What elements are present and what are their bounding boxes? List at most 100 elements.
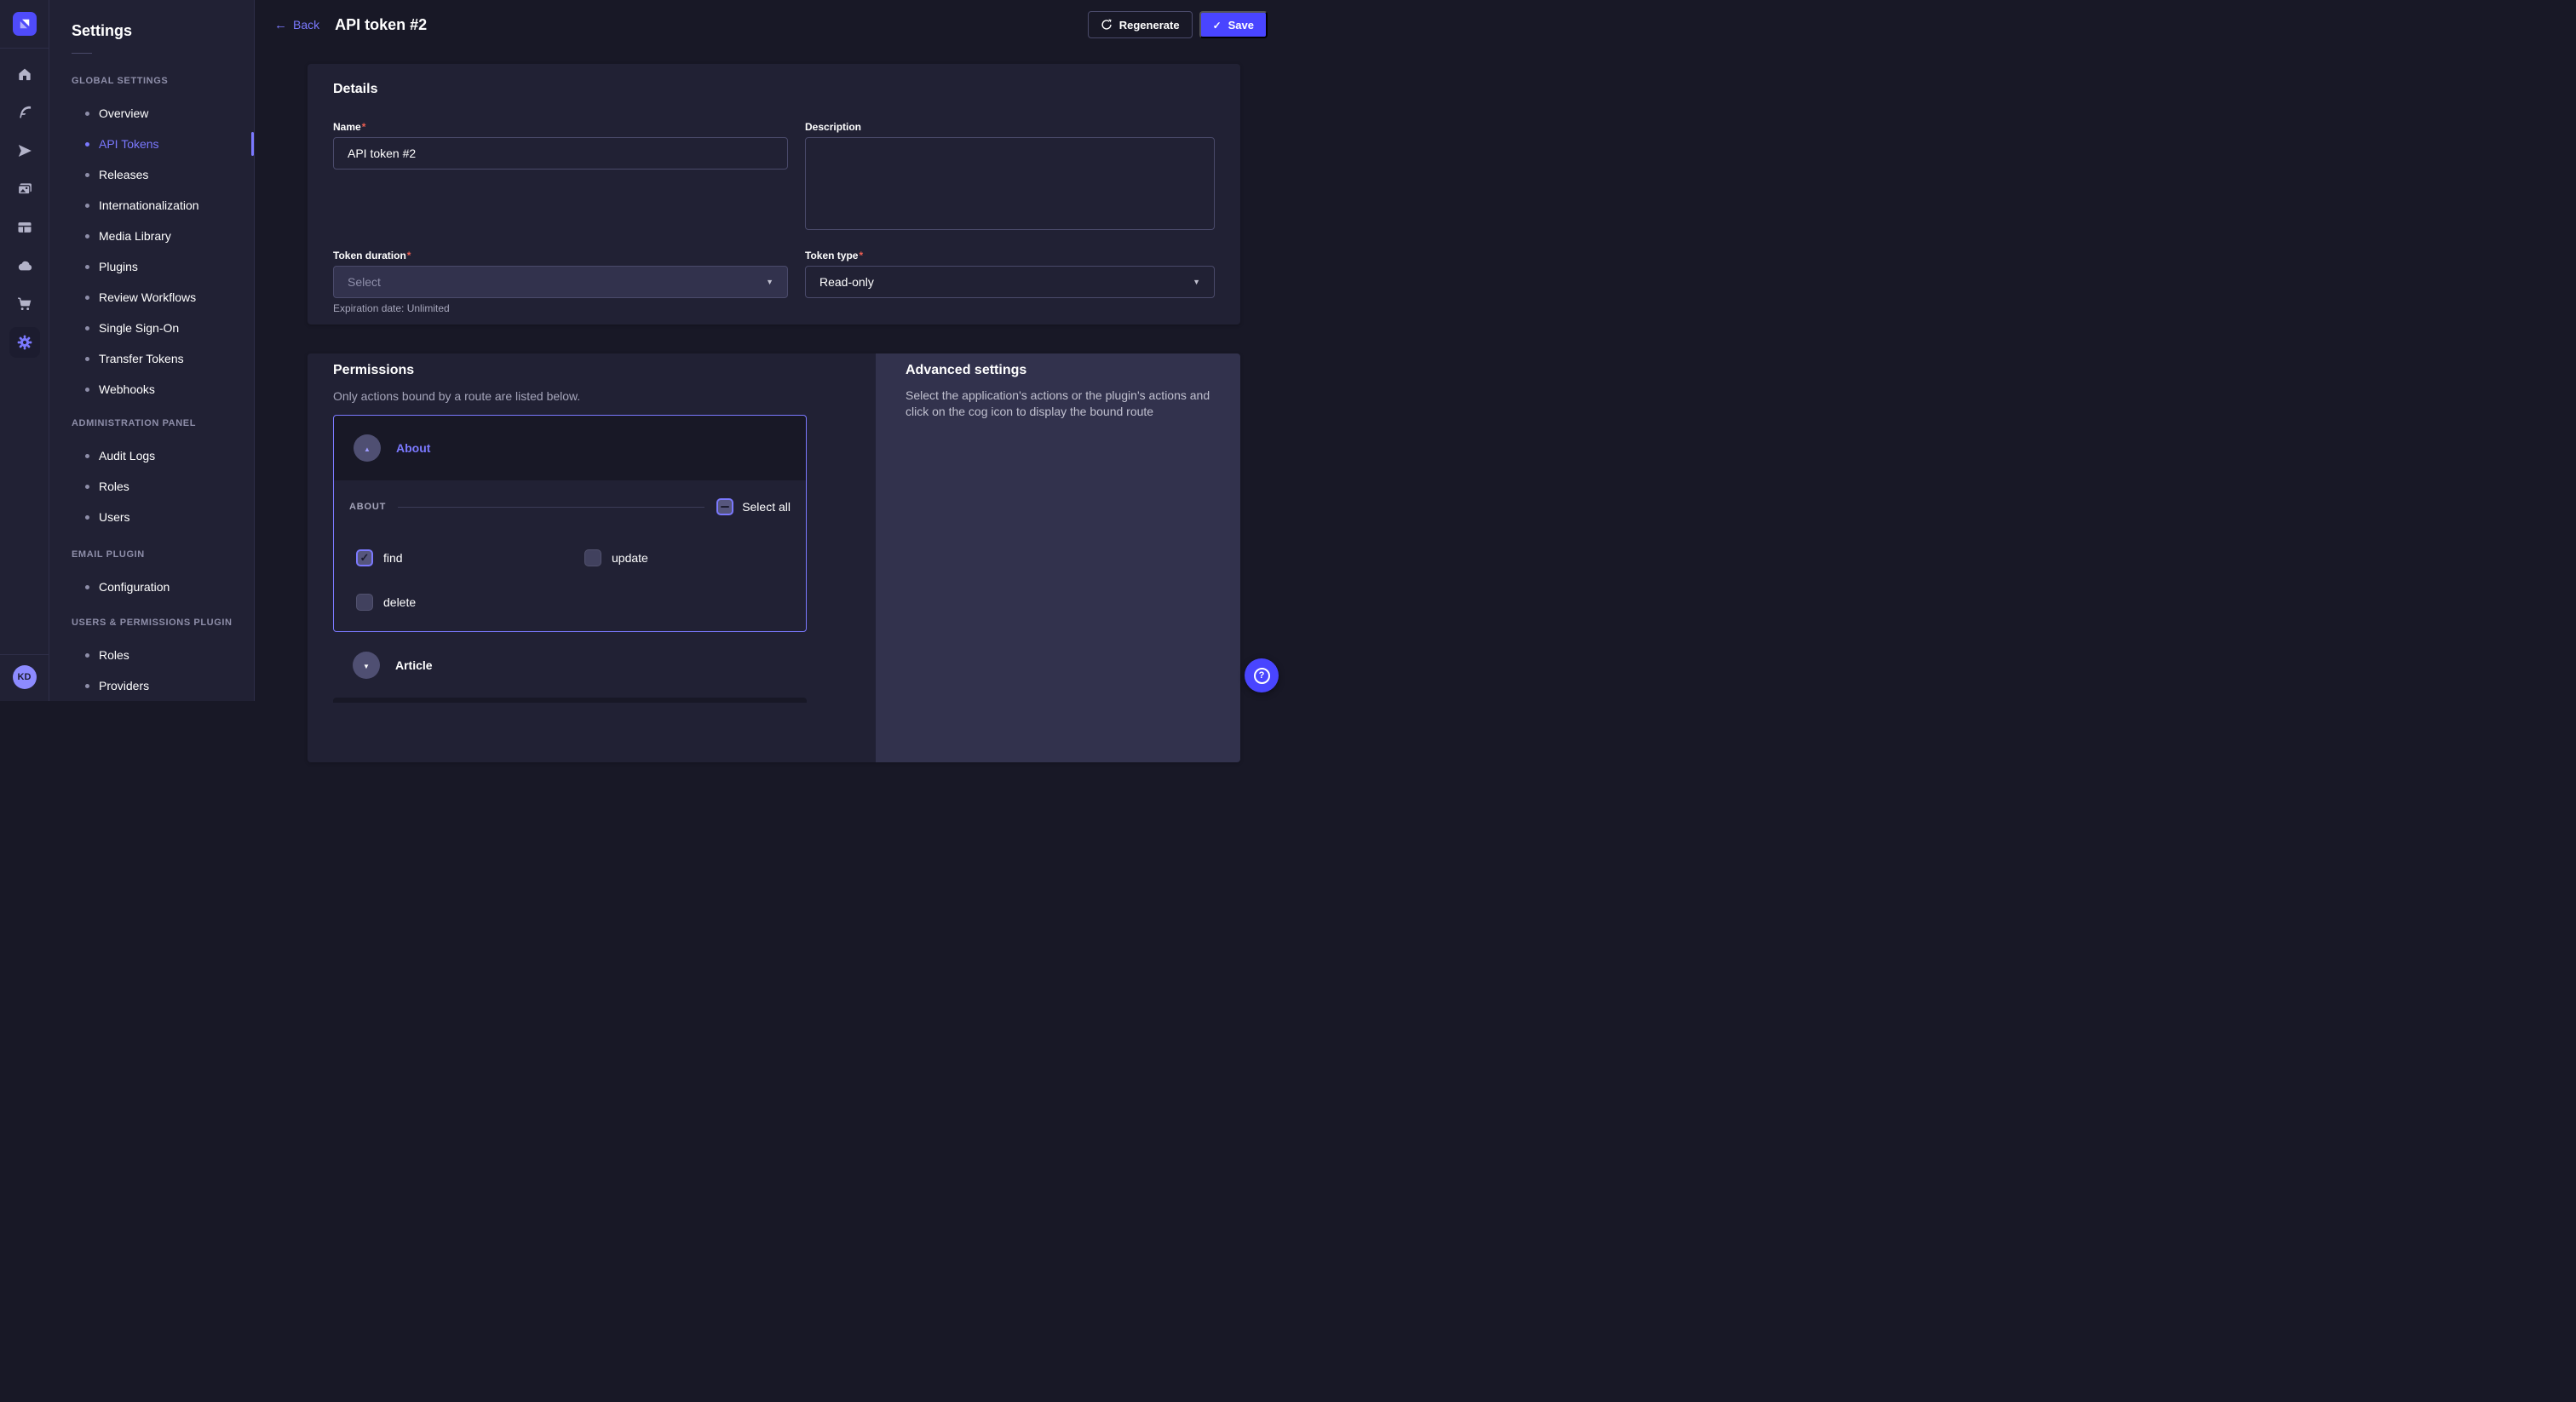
sidebar-item-review-workflows[interactable]: Review Workflows — [72, 282, 254, 313]
permissions-panel: Permissions Only actions bound by a rout… — [308, 353, 876, 762]
logo-box — [0, 0, 49, 49]
nav-group-global: Overview API Tokens Releases Internation… — [72, 98, 254, 405]
main-area: ← Back API token #2 Regenerate Save — [255, 0, 1288, 701]
nav-group-up: Roles Providers — [72, 640, 254, 701]
bullet-icon — [85, 388, 89, 392]
perm-item-find: find — [356, 549, 584, 566]
cloud-icon[interactable] — [9, 250, 40, 281]
sidebar-item-users[interactable]: Users — [72, 502, 254, 532]
name-field: Name — [333, 120, 788, 234]
sidebar-item-configuration[interactable]: Configuration — [72, 572, 254, 602]
content: Details Name Description Token duration … — [255, 49, 1288, 762]
description-field: Description — [805, 120, 1215, 234]
accordion-group: About ABOUT Select all — [333, 415, 807, 703]
sidebar-item-internationalization[interactable]: Internationalization — [72, 190, 254, 221]
bullet-icon — [85, 265, 89, 269]
images-icon[interactable] — [9, 174, 40, 204]
app-window: KD Settings Global Settings Overview API… — [0, 0, 1288, 701]
about-group-label: ABOUT — [349, 502, 386, 512]
accordion-about-header[interactable]: About — [334, 416, 806, 480]
bullet-icon — [85, 684, 89, 688]
bullet-icon — [85, 173, 89, 177]
find-checkbox[interactable] — [356, 549, 373, 566]
advanced-settings-heading: Advanced settings — [906, 362, 1210, 379]
update-checkbox[interactable] — [584, 549, 601, 566]
topbar: ← Back API token #2 Regenerate Save — [255, 0, 1288, 49]
bullet-icon — [85, 234, 89, 238]
sidebar-item-overview[interactable]: Overview — [72, 98, 254, 129]
avatar[interactable]: KD — [13, 665, 37, 689]
details-grid: Name Description Token duration Select ▼ — [333, 120, 1215, 314]
feather-icon[interactable] — [9, 97, 40, 128]
advanced-settings-panel: Advanced settings Select the application… — [876, 353, 1240, 762]
sidebar-item-admin-roles[interactable]: Roles — [72, 471, 254, 502]
expand-button[interactable] — [353, 652, 380, 679]
icon-rail: KD — [0, 0, 49, 701]
details-card: Details Name Description Token duration … — [308, 64, 1240, 325]
accordion-article-header[interactable]: Article — [333, 632, 807, 698]
chevron-down-icon: ▼ — [766, 278, 773, 286]
sidebar-item-media-library[interactable]: Media Library — [72, 221, 254, 251]
back-label: Back — [293, 18, 319, 32]
settings-sidebar: Settings Global Settings Overview API To… — [49, 0, 255, 701]
delete-checkbox[interactable] — [356, 594, 373, 611]
bullet-icon — [85, 357, 89, 361]
check-icon — [1213, 19, 1222, 32]
token-duration-select[interactable]: Select ▼ — [333, 266, 788, 298]
back-link[interactable]: ← Back — [274, 18, 319, 32]
bullet-icon — [85, 454, 89, 458]
select-all-checkbox[interactable] — [716, 498, 733, 515]
bullet-icon — [85, 204, 89, 208]
sidebar-item-plugins[interactable]: Plugins — [72, 251, 254, 282]
chevron-down-icon: ▼ — [1193, 278, 1200, 286]
gear-icon[interactable] — [9, 327, 40, 358]
section-global-settings: Global Settings — [72, 74, 254, 88]
sidebar-item-up-roles[interactable]: Roles — [72, 640, 254, 670]
send-icon[interactable] — [9, 135, 40, 166]
save-button[interactable]: Save — [1199, 11, 1268, 38]
chevron-up-icon — [364, 440, 371, 456]
bullet-icon — [85, 653, 89, 658]
collapse-button[interactable] — [354, 434, 381, 462]
layout-icon[interactable] — [9, 212, 40, 243]
token-type-value: Read-only — [819, 275, 874, 289]
bullet-icon — [85, 585, 89, 589]
cart-icon[interactable] — [9, 289, 40, 319]
help-button[interactable]: ? — [1245, 658, 1279, 692]
permissions-heading: Permissions — [333, 362, 850, 379]
accordion-about-title: About — [396, 441, 430, 455]
details-heading: Details — [333, 81, 1215, 98]
nav-group-email: Configuration — [72, 572, 254, 602]
bullet-icon — [85, 326, 89, 330]
section-administration-panel: Administration Panel — [72, 417, 254, 430]
page-title: API token #2 — [335, 16, 427, 34]
sidebar-item-transfer-tokens[interactable]: Transfer Tokens — [72, 343, 254, 374]
sidebar-item-single-sign-on[interactable]: Single Sign-On — [72, 313, 254, 343]
rail-nav — [0, 49, 49, 654]
sidebar-item-providers[interactable]: Providers — [72, 670, 254, 701]
expiration-hint: Expiration date: Unlimited — [333, 302, 788, 314]
sidebar-item-webhooks[interactable]: Webhooks — [72, 374, 254, 405]
name-input[interactable] — [333, 137, 788, 170]
sidebar-title: Settings — [72, 20, 254, 41]
token-type-label: Token type — [805, 249, 1215, 262]
sidebar-item-audit-logs[interactable]: Audit Logs — [72, 440, 254, 471]
permissions-card: Permissions Only actions bound by a rout… — [308, 353, 1240, 762]
bullet-icon — [85, 296, 89, 300]
token-duration-value: Select — [348, 275, 381, 289]
section-email-plugin: Email Plugin — [72, 548, 254, 561]
rail-bottom: KD — [0, 654, 49, 701]
description-input[interactable] — [805, 137, 1215, 230]
sidebar-item-releases[interactable]: Releases — [72, 159, 254, 190]
sidebar-item-api-tokens[interactable]: API Tokens — [72, 129, 254, 159]
perm-item-update: update — [584, 549, 791, 566]
advanced-settings-body: Select the application's actions or the … — [906, 388, 1210, 420]
token-type-select[interactable]: Read-only ▼ — [805, 266, 1215, 298]
question-mark-icon: ? — [1254, 668, 1270, 684]
strapi-logo-icon[interactable] — [13, 12, 37, 36]
home-icon[interactable] — [9, 59, 40, 89]
regenerate-button[interactable]: Regenerate — [1088, 11, 1193, 38]
perm-item-delete: delete — [356, 594, 584, 611]
token-type-field: Token type Read-only ▼ — [805, 249, 1215, 314]
description-label: Description — [805, 120, 1215, 134]
